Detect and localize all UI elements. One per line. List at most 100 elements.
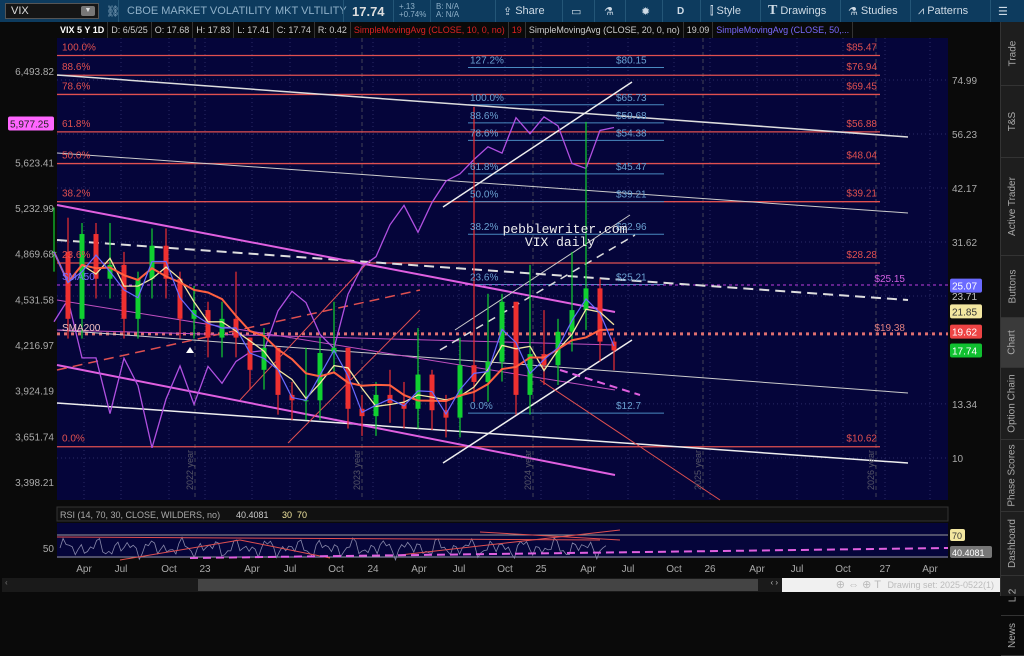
info-high: H: 17.83 — [193, 22, 235, 38]
red-level-label: $19.38 — [874, 323, 905, 334]
sidebar-tab-option-chain[interactable]: Option Chain — [1001, 368, 1024, 440]
right-axis-tick: 42.17 — [952, 184, 977, 195]
drawings-label: Drawings — [780, 5, 827, 17]
sidebar-tab-chart[interactable]: Chart — [1001, 318, 1024, 368]
info-open: O: 17.68 — [151, 22, 194, 38]
sidebar-tab-label: Active Trader — [1007, 177, 1019, 236]
right-axis-tick: 23.71 — [952, 292, 977, 303]
scroll-right-icon[interactable]: ‹ › — [770, 578, 778, 587]
rsi-70-tag-label: 70 — [952, 531, 962, 541]
sidebar-tab-l-2[interactable]: L 2 — [1001, 576, 1024, 616]
drawings-button[interactable]: T Drawings — [768, 0, 826, 22]
zoom-icon[interactable]: ⊕ ⇔ ⊕ T — [836, 579, 881, 591]
studies-button[interactable]: ⚗ Studies — [848, 0, 898, 22]
year-label: 2026 year — [866, 450, 876, 490]
price-tag-label: 25.07 — [952, 282, 977, 293]
sidebar-tab-label: Option Chain — [1007, 374, 1018, 433]
magenta-level-label: $25.15 — [874, 274, 905, 285]
year-label: 2024 year — [523, 450, 533, 490]
fib-pct-label: 50.0% — [62, 151, 90, 162]
price-tag-label: 19.62 — [952, 328, 977, 339]
list-icon: ☰ — [998, 5, 1008, 18]
gear-icon: ✹ — [641, 5, 651, 18]
fib-mid-price: $59.68 — [616, 111, 647, 122]
chart-footer: ⊕ ⇔ ⊕ T Drawing set: 2025-0522(1) — [782, 578, 1000, 592]
info-close: C: 17.74 — [273, 22, 315, 38]
left-axis-tick: 4,531.58 — [15, 295, 54, 306]
fib-mid-pct: 38.2% — [470, 222, 498, 233]
fib-mid-pct: 100.0% — [470, 93, 504, 104]
timeframe-button[interactable]: D — [677, 0, 684, 22]
drawing-set[interactable]: Drawing set: 2025-0522(1) — [887, 580, 994, 590]
symbol-input[interactable]: VIX ▼ — [5, 3, 99, 19]
description: CBOE MARKET VOLATILITY — [127, 5, 272, 17]
fib-mid-price: $80.15 — [616, 56, 647, 67]
sma20-legend[interactable]: SimpleMovingAvg (CLOSE, 20, 0, no) — [525, 22, 684, 38]
info-range: R: 0.42 — [314, 22, 351, 38]
share-button[interactable]: ⇪ Share — [503, 0, 545, 22]
sidebar-tab-trade[interactable]: Trade — [1001, 22, 1024, 86]
chart-info-row: VIX 5 Y 1D D: 6/5/25 O: 17.68 H: 17.83 L… — [57, 22, 854, 38]
fib-pct-label: 38.2% — [62, 189, 90, 200]
sidebar-tab-t-s[interactable]: T&S — [1001, 86, 1024, 158]
alert-button[interactable]: ▭ — [571, 0, 581, 22]
patterns-button[interactable]: ⩘ Patterns — [918, 0, 968, 22]
rsi-lower: 30 — [282, 510, 292, 520]
toolbar: VIX ▼ ⛓ CBOE MARKET VOLATILITY MKT VLTILI… — [0, 0, 1024, 22]
rsi-value-tag-label: 40.4081 — [952, 548, 985, 558]
right-axis-tick: 74.99 — [952, 76, 977, 87]
settings-button[interactable]: ✹ — [641, 0, 650, 22]
ask: A: N/A — [436, 10, 460, 19]
sidebar-tab-active-trader[interactable]: Active Trader — [1001, 158, 1024, 256]
share-icon: ⇪ — [503, 5, 513, 18]
fib-mid-pct: 88.6% — [470, 111, 498, 122]
change-pct: +0.74% — [399, 10, 427, 19]
fib-mid-pct: 23.6% — [470, 273, 498, 284]
sidebar-tab-buttons[interactable]: Buttons — [1001, 256, 1024, 318]
style-button[interactable]: ⫿ Style — [710, 0, 741, 22]
x-axis-tick: Jul — [622, 564, 635, 575]
flask-button[interactable]: ⚗ — [604, 0, 614, 22]
left-axis-tick: 4,216.97 — [15, 341, 54, 352]
style-label: Style — [716, 5, 741, 17]
flask-icon: ⚗ — [604, 5, 614, 18]
sidebar-tab-label: Chart — [1007, 330, 1019, 355]
sma50-legend[interactable]: SimpleMovingAvg (CLOSE, 50,... — [713, 22, 854, 38]
symbol-text: VIX — [11, 5, 29, 17]
fib-price-label: $48.04 — [846, 151, 877, 162]
sma10-legend[interactable]: SimpleMovingAvg (CLOSE, 10, 0, no) — [350, 22, 509, 38]
rsi-plot-bg — [57, 523, 948, 558]
x-axis-tick: 24 — [367, 564, 379, 575]
year-label: 2022 year — [185, 450, 195, 490]
left-axis-tick: 5,232.99 — [15, 204, 54, 215]
vix-candle — [345, 347, 351, 409]
fib-pct-label: 78.6% — [62, 81, 90, 92]
x-axis-tick: Apr — [411, 564, 427, 575]
fib-mid-price: $12.7 — [616, 401, 641, 412]
sidebar-tab-phase-scores[interactable]: Phase Scores — [1001, 440, 1024, 512]
fib-pct-label: 100.0% — [62, 42, 96, 53]
x-axis-tick: Oct — [497, 564, 513, 575]
sidebar-tab-label: T&S — [1006, 111, 1018, 132]
rsi-value: 40.4081 — [236, 510, 269, 520]
vix-candle — [177, 278, 183, 319]
scrollbar-thumb[interactable] — [198, 579, 758, 591]
rsi-header: RSI (14, 70, 30, CLOSE, WILDERS, no) — [60, 510, 220, 520]
chevron-down-icon[interactable]: ▼ — [81, 6, 95, 16]
left-price-tag-label: 5,977.25 — [10, 120, 49, 131]
fib-price-label: $76.94 — [846, 62, 877, 73]
scroll-left-icon[interactable]: ‹ — [5, 578, 8, 587]
menu-button[interactable]: ☰ — [998, 0, 1008, 22]
x-axis-tick: Jul — [453, 564, 466, 575]
x-axis-tick: Apr — [922, 564, 938, 575]
sidebar-tab-label: Phase Scores — [1007, 444, 1019, 507]
price-chart[interactable]: 74.9956.2342.1731.6223.7113.341023.716,4… — [0, 38, 1000, 578]
horizontal-scrollbar[interactable]: ‹ ‹ › — [2, 578, 782, 592]
sidebar-tab-dashboard[interactable]: Dashboard — [1001, 512, 1024, 576]
sidebar-tab-label: Buttons — [1007, 269, 1019, 304]
sma10-value: 19 — [508, 22, 526, 38]
fib-mid-pct: 78.6% — [470, 128, 498, 139]
fib-mid-price: $25.21 — [616, 273, 647, 284]
sidebar-tab-news[interactable]: News — [1001, 616, 1024, 656]
rsi-upper: 70 — [297, 510, 307, 520]
